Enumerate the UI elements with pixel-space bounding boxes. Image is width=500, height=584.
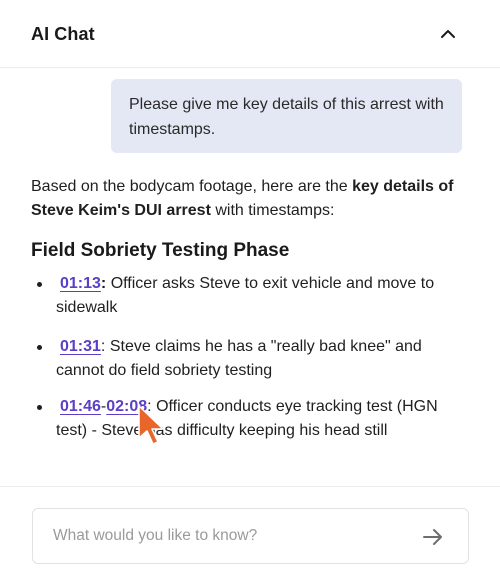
collapse-button[interactable] [434, 22, 462, 46]
intro-text: Based on the bodycam footage, here are t… [31, 178, 453, 219]
item-text: Officer asks Steve to exit vehicle and m… [56, 275, 435, 316]
list-item: 01:13: Officer asks Steve to exit vehicl… [37, 272, 456, 320]
item-text: Steve claims he has a "really bad knee" … [56, 338, 422, 379]
timestamp-link[interactable]: 01:13 [56, 275, 101, 292]
bullet-dot [37, 282, 42, 287]
user-message-bubble: Please give me key details of this arres… [111, 79, 462, 153]
list-item: 01:31: Steve claims he has a "really bad… [37, 335, 456, 383]
ai-chat-panel: AI Chat Please give me key details of th… [0, 0, 500, 584]
timestamp-link-end[interactable]: 02:08 [106, 398, 147, 415]
composer [32, 508, 469, 564]
chat-header: AI Chat [0, 0, 500, 68]
arrow-right-icon [423, 529, 442, 545]
send-button[interactable] [419, 523, 447, 551]
timestamp-link[interactable]: 01:31 [56, 338, 101, 355]
user-message-text: Please give me key details of this arres… [129, 96, 444, 138]
composer-divider [0, 486, 500, 487]
intro-prefix: Based on the bodycam footage, here are t… [31, 178, 353, 195]
chevron-up-icon [441, 30, 455, 38]
chat-input[interactable] [53, 509, 413, 563]
list-item: 01:46-02:08: Officer conducts eye tracki… [37, 395, 456, 443]
bullet-dot [37, 405, 42, 410]
chat-title: AI Chat [31, 24, 95, 44]
section-heading: Field Sobriety Testing Phase [31, 240, 290, 261]
assistant-intro: Based on the bodycam footage, here are t… [31, 175, 471, 223]
intro-suffix: with timestamps: [210, 202, 335, 219]
bullet-dot [37, 345, 42, 350]
timestamp-link-start[interactable]: 01:46 [56, 398, 101, 415]
